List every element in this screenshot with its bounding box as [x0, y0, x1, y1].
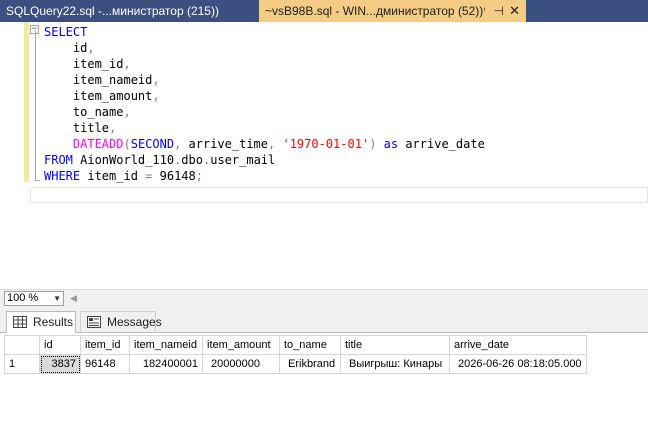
zoom-value: 100 %: [7, 292, 39, 304]
results-tab-strip: Results Messages: [0, 307, 648, 333]
tab-results[interactable]: Results: [6, 311, 76, 333]
cell-arrive-date[interactable]: 2026-06-26 08:18:05.000: [449, 354, 587, 374]
tab-messages[interactable]: Messages: [80, 311, 162, 333]
cell-id[interactable]: 3837: [39, 354, 81, 374]
tab-label: SQLQuery22.sql -...министратор (215)): [6, 4, 219, 18]
sql-editor[interactable]: − SELECT id, item_id, item_nameid, item_…: [0, 22, 648, 288]
row-number[interactable]: 1: [4, 354, 40, 374]
column-header-item-amount[interactable]: item_amount: [202, 335, 280, 355]
grid-corner[interactable]: [4, 335, 40, 355]
tab-label: ~vsB98B.sql - WIN...дминистратор (52))*: [265, 4, 485, 18]
code-line: WHERE item_id = 96148;: [44, 169, 203, 183]
column-header-to-name[interactable]: to_name: [279, 335, 341, 355]
column-header-id[interactable]: id: [39, 335, 81, 355]
cell-item-amount[interactable]: 20000000: [202, 354, 280, 374]
grid-icon: [13, 316, 27, 328]
column-header-item-nameid[interactable]: item_nameid: [129, 335, 203, 355]
scroll-left-icon[interactable]: ◀: [70, 293, 77, 304]
editor-margin: [0, 22, 24, 288]
tab-messages-label: Messages: [107, 315, 162, 329]
results-grid: id item_id item_nameid item_amount to_na…: [4, 335, 587, 374]
code-line: title,: [44, 121, 117, 135]
outline-line: [35, 30, 36, 180]
document-tab-strip: SQLQuery22.sql -...министратор (215)) ~v…: [0, 0, 648, 22]
change-tracking-bar: [24, 22, 29, 182]
code-text[interactable]: SELECT id, item_id, item_nameid, item_am…: [44, 24, 485, 184]
current-line-highlight: [30, 187, 648, 203]
code-line: item_nameid,: [44, 73, 160, 87]
code-line: item_amount,: [44, 89, 160, 103]
tab-sqlquery22[interactable]: SQLQuery22.sql -...министратор (215)): [0, 0, 255, 22]
cell-title[interactable]: Выигрыш: Кинары: [340, 354, 450, 374]
tab-vsb98b[interactable]: ~vsB98B.sql - WIN...дминистратор (52))* …: [259, 0, 526, 22]
cell-to-name[interactable]: Erikbrand: [279, 354, 341, 374]
results-grid-area: id item_id item_nameid item_amount to_na…: [0, 333, 648, 424]
code-line: to_name,: [44, 105, 131, 119]
column-header-title[interactable]: title: [340, 335, 450, 355]
code-line: FROM AionWorld_110.dbo.user_mail: [44, 153, 276, 167]
chevron-down-icon: ▼: [53, 294, 61, 303]
code-line: SELECT: [44, 25, 88, 39]
tab-results-label: Results: [33, 315, 74, 329]
messages-icon: [87, 316, 101, 328]
cell-item-id[interactable]: 96148: [80, 354, 130, 374]
code-line: id,: [44, 41, 95, 55]
outline-end: [35, 180, 40, 181]
pin-icon[interactable]: ⊣: [494, 0, 504, 22]
zoom-bar: 100 % ▼ ◀: [0, 289, 648, 307]
column-header-item-id[interactable]: item_id: [80, 335, 130, 355]
code-line: item_id,: [44, 57, 131, 71]
code-line: DATEADD(SECOND, arrive_time, '1970-01-01…: [72, 137, 485, 151]
close-tab-icon[interactable]: ✕: [509, 0, 520, 22]
table-row[interactable]: 1 3837 96148 182400001 20000000 Erikbran…: [4, 354, 587, 374]
cell-item-nameid[interactable]: 182400001: [129, 354, 203, 374]
column-header-arrive-date[interactable]: arrive_date: [449, 335, 587, 355]
zoom-select[interactable]: 100 % ▼: [4, 291, 64, 306]
grid-header-row: id item_id item_nameid item_amount to_na…: [4, 335, 587, 355]
